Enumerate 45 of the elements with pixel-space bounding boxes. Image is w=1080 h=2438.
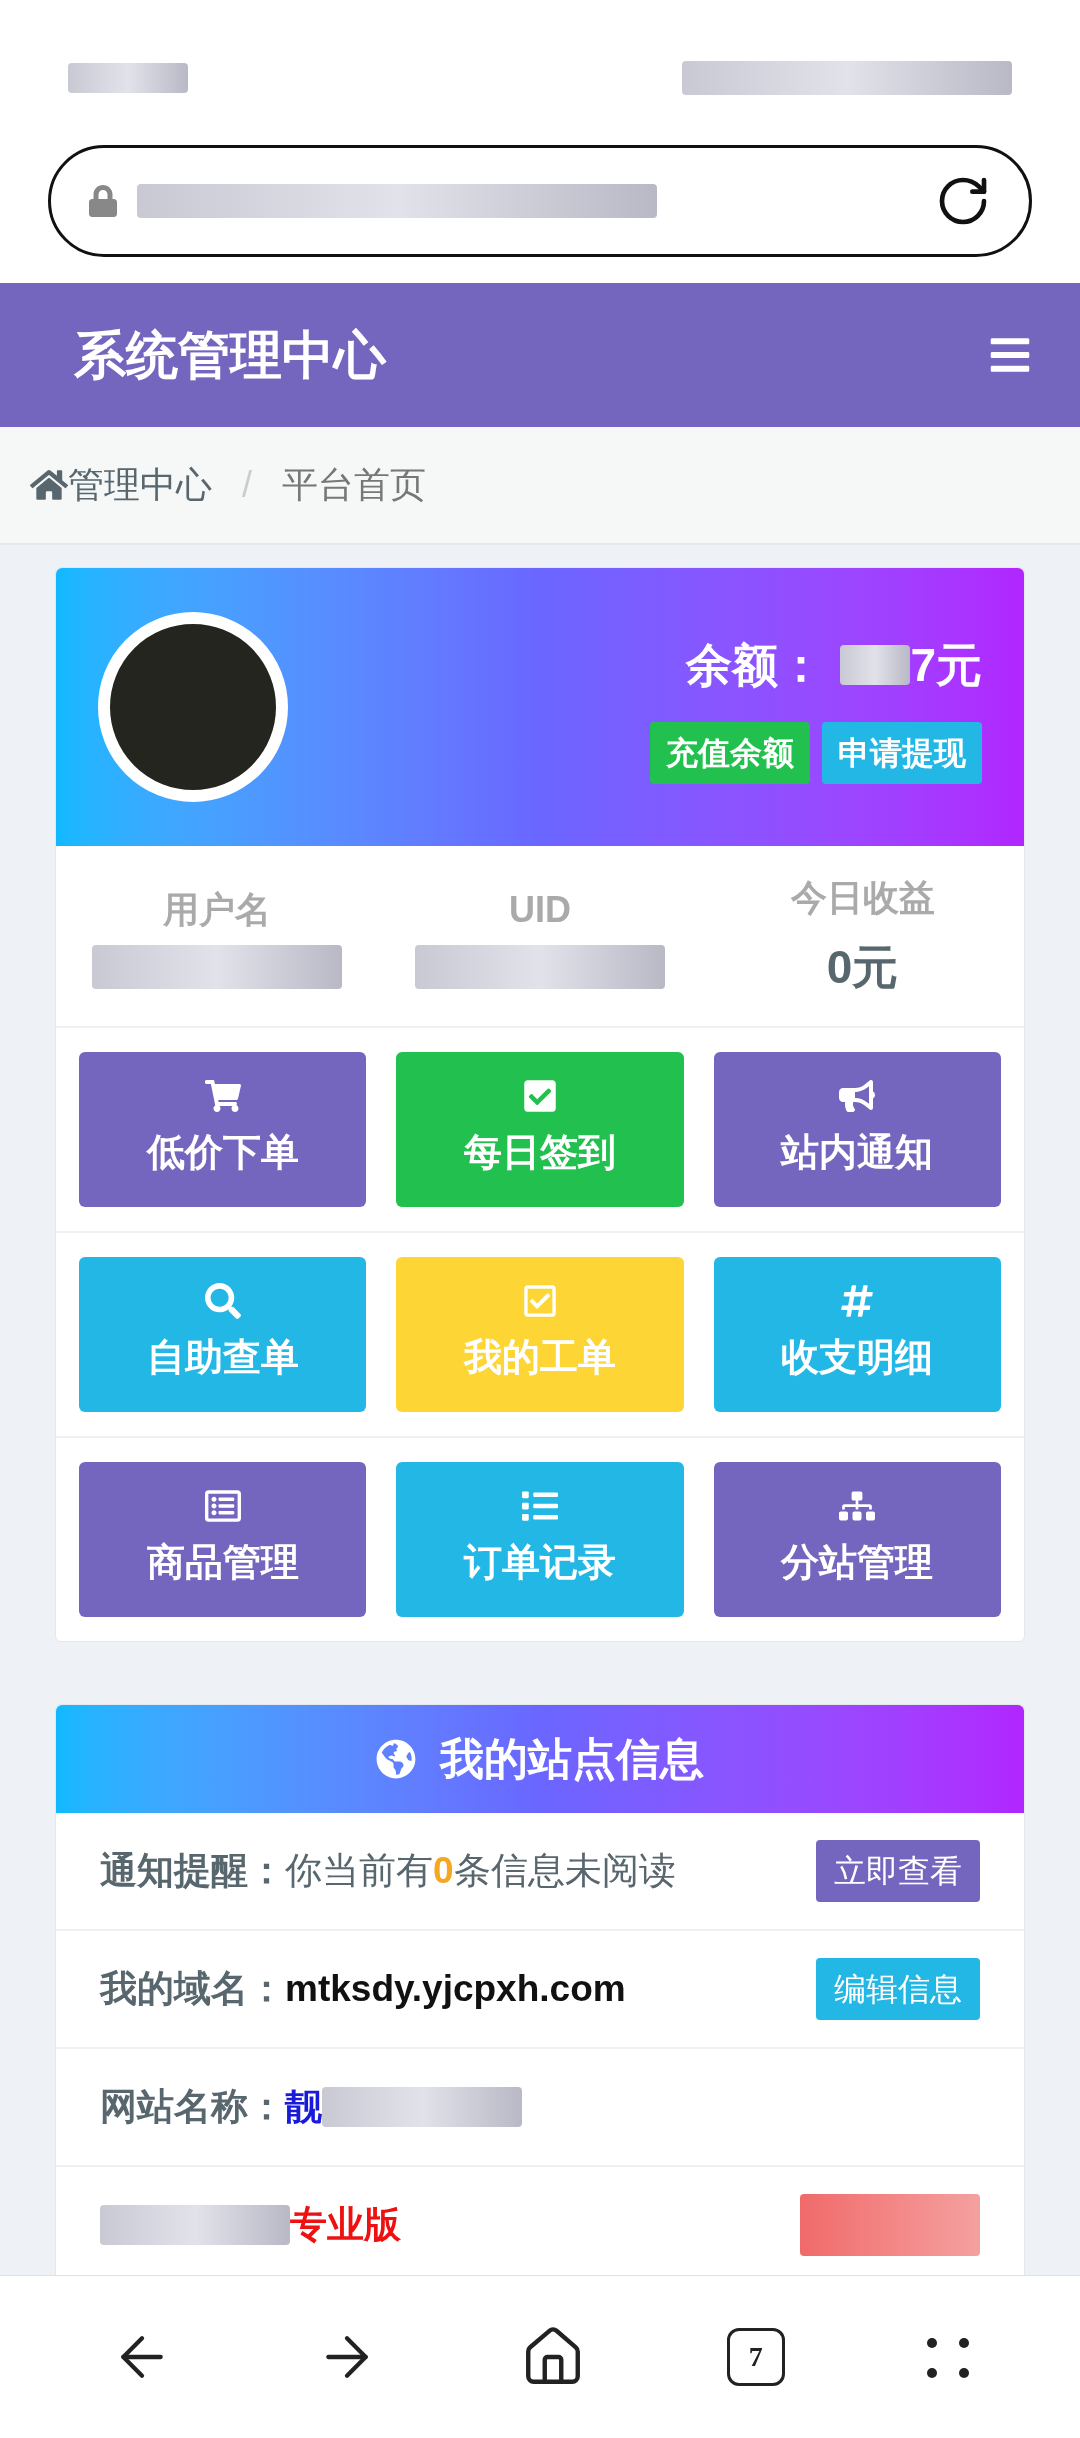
hashtag-icon [839,1283,876,1319]
balance-redacted [840,645,911,685]
stat-label: UID [509,888,571,932]
info-value: 靓 [285,2085,322,2130]
list-icon [522,1488,558,1524]
menu-tile[interactable]: 商品管理 [79,1462,367,1617]
stat-value: 0元 [826,939,899,995]
cart-icon [204,1078,241,1114]
balance-label: 余额： [686,637,825,693]
breadcrumb-item[interactable]: 平台首页 [282,458,426,512]
globe-icon [376,1739,416,1779]
menu-tile[interactable]: 自助查单 [79,1257,367,1412]
search-icon [204,1283,241,1319]
site-info-title: 我的站点信息 [440,1733,704,1785]
tabs-button[interactable]: 7 [726,2328,785,2386]
info-action-button[interactable]: 编辑信息 [816,1958,980,2020]
list-card-icon [204,1488,241,1524]
info-value: 专业版 [290,2203,401,2248]
stat-label: 用户名 [163,888,272,932]
info-label: 网站名称： [100,2085,285,2130]
info-action-button[interactable]: 立即查看 [816,1840,980,1902]
menu-tile[interactable]: 分站管理 [713,1462,1001,1617]
lock-icon [89,184,117,218]
info-value: 你当前有0条信息未阅读 [285,1849,676,1894]
menu-tile[interactable]: 订单记录 [396,1462,684,1617]
info-label: 我的域名： [100,1967,285,2012]
menu-tile[interactable]: 站内通知 [713,1052,1001,1207]
megaphone-icon [839,1078,876,1114]
balance-action-button[interactable]: 申请提现 [822,721,982,784]
more-menu-icon[interactable] [925,2335,970,2379]
info-value: mtksdy.yjcpxh.com [285,1967,626,2012]
stat-label: 今日收益 [790,875,935,920]
menu-tile[interactable]: 每日签到 [396,1052,684,1207]
info-label: 通知提醒： [100,1849,285,1894]
header-title: 系统管理中心 [74,325,386,386]
menu-tile[interactable]: 低价下单 [79,1052,367,1207]
balance-action-button[interactable]: 充值余额 [650,721,810,784]
home-icon [30,468,68,502]
menu-tile[interactable]: 收支明细 [713,1257,1001,1412]
balance-value: 7元 [910,637,982,693]
checkbox-icon [522,1078,558,1114]
breadcrumb-separator: / [242,463,252,507]
breadcrumb-item[interactable]: 管理中心 [68,458,212,512]
address-bar[interactable] [48,145,1032,257]
checkbox-icon [522,1283,558,1319]
